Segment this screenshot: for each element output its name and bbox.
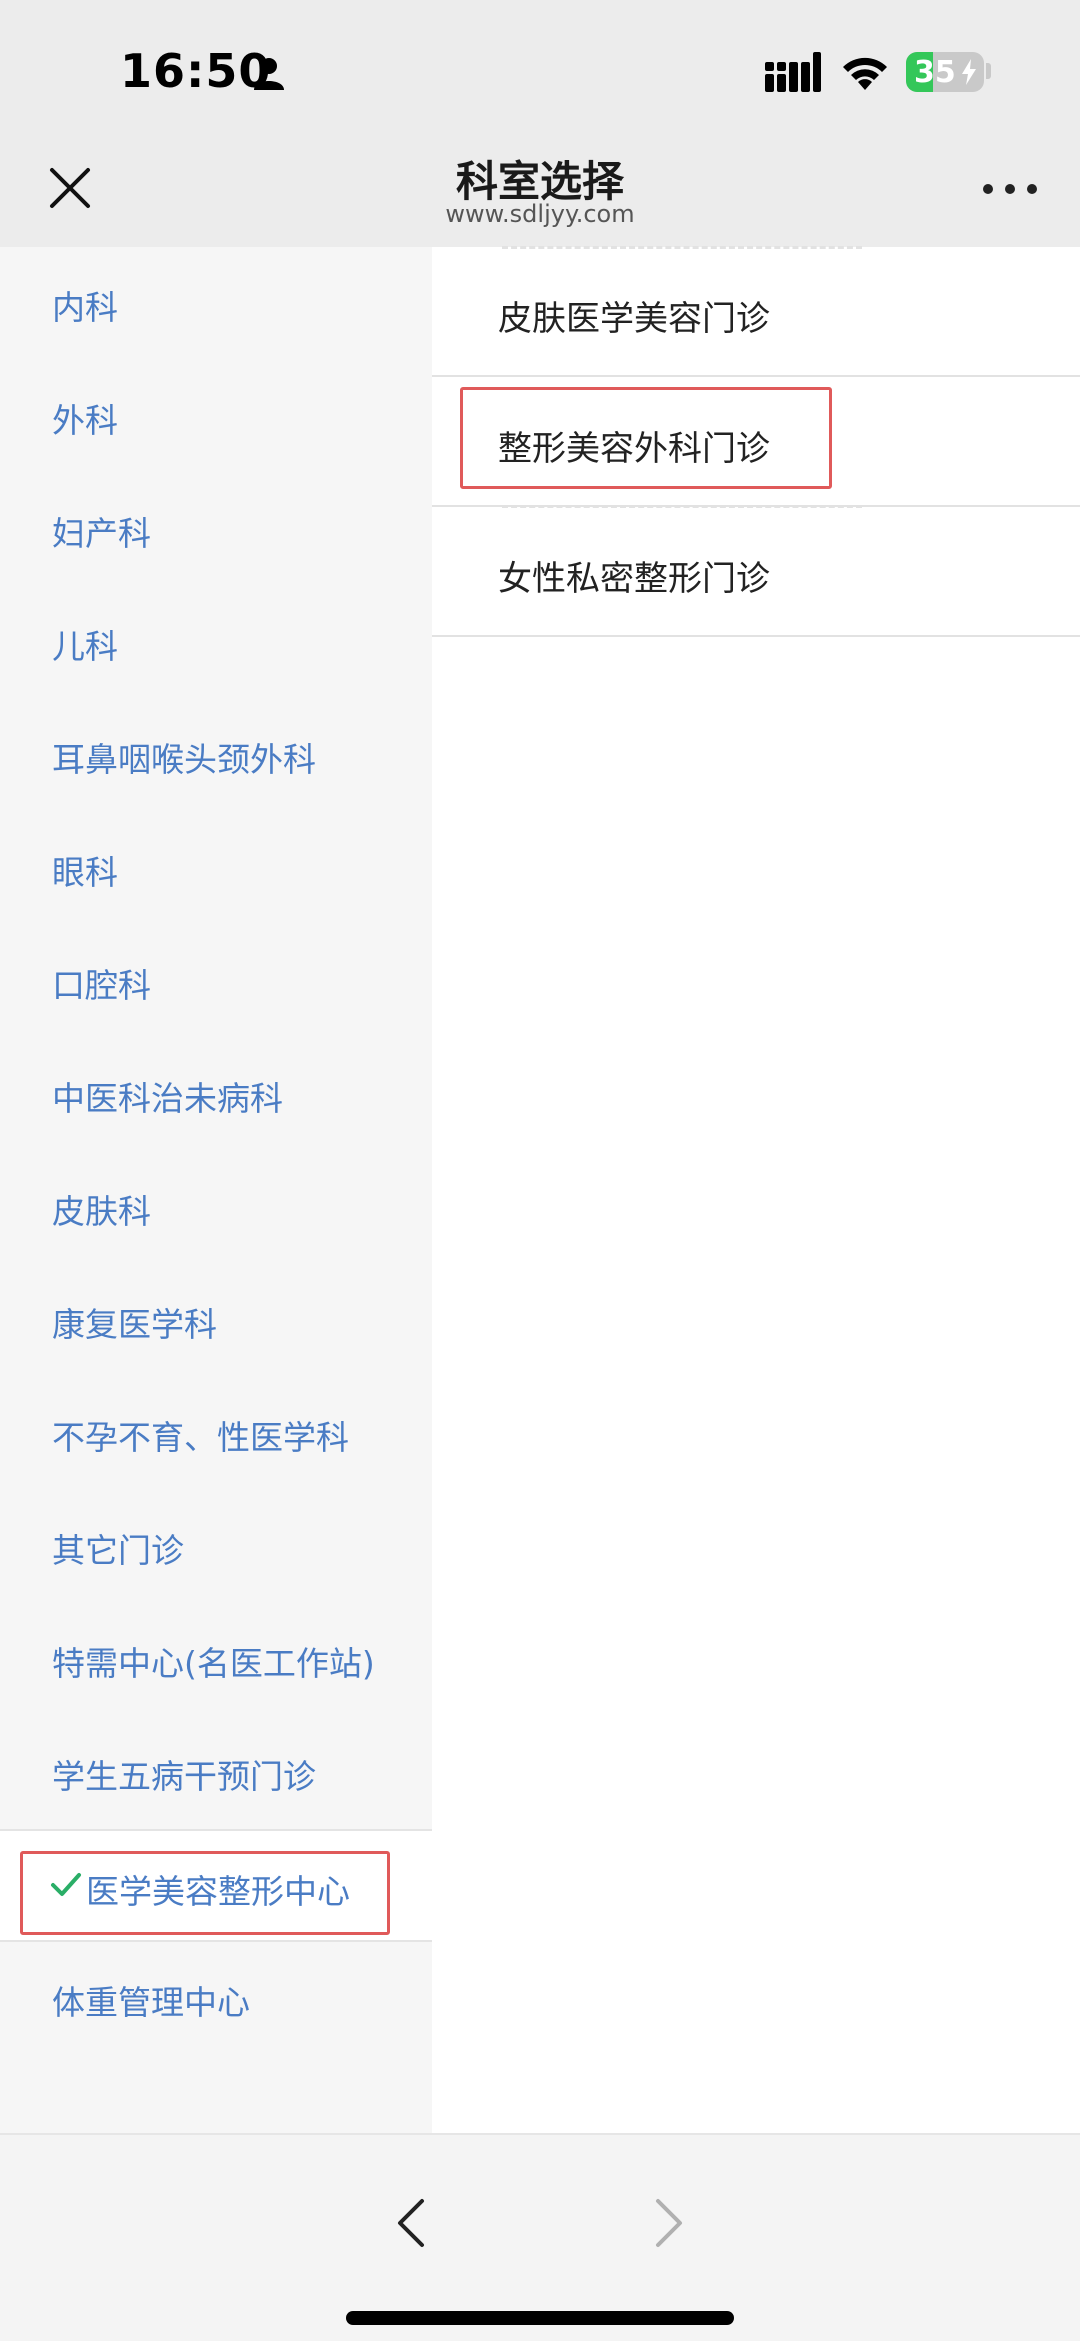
department-label: 皮肤科 — [52, 1192, 151, 1231]
home-indicator — [346, 2311, 734, 2325]
department-item[interactable]: 体重管理中心 — [0, 1942, 432, 2055]
battery-level: 35 — [914, 55, 956, 90]
department-item[interactable]: 口腔科 — [0, 925, 432, 1038]
department-label: 医学美容整形中心 — [86, 1872, 350, 1911]
clinic-label: 整形美容外科门诊 — [498, 429, 770, 469]
cellular-signal-icon — [765, 52, 821, 92]
department-label: 妇产科 — [52, 514, 151, 553]
top-bar: 16:50 35 科室选择 www.sdljyy.com — [0, 0, 1080, 247]
department-label: 不孕不育、性医学科 — [52, 1418, 349, 1457]
department-item[interactable]: 不孕不育、性医学科 — [0, 1377, 432, 1490]
clinic-label: 皮肤医学美容门诊 — [498, 299, 770, 339]
department-item[interactable]: 特需中心(名医工作站) — [0, 1603, 432, 1716]
department-label: 其它门诊 — [52, 1531, 184, 1570]
person-icon — [254, 58, 284, 90]
clinic-list: 皮肤医学美容门诊 整形美容外科门诊 女性私密整形门诊 — [432, 246, 1080, 2133]
department-label: 中医科治未病科 — [52, 1079, 283, 1118]
department-item[interactable]: 中医科治未病科 — [0, 1038, 432, 1151]
department-label: 康复医学科 — [52, 1305, 217, 1344]
dashed-divider — [502, 246, 862, 249]
wifi-icon — [843, 57, 887, 90]
department-label: 儿科 — [52, 627, 118, 666]
more-icon[interactable] — [980, 176, 1040, 202]
clinic-item[interactable]: 整形美容外科门诊 — [432, 377, 1080, 507]
department-item[interactable]: 皮肤科 — [0, 1151, 432, 1264]
battery-charging-icon: 35 — [906, 52, 984, 92]
department-item[interactable]: 眼科 — [0, 812, 432, 925]
department-label: 体重管理中心 — [52, 1983, 250, 2022]
battery-cap — [986, 63, 991, 79]
status-time: 16:50 — [120, 44, 272, 98]
chevron-left-icon[interactable] — [392, 2195, 432, 2251]
department-label: 耳鼻咽喉头颈外科 — [52, 740, 316, 779]
close-icon[interactable] — [44, 162, 96, 214]
bottom-toolbar — [0, 2133, 1080, 2341]
department-item[interactable]: 外科 — [0, 360, 432, 473]
department-label: 眼科 — [52, 853, 118, 892]
department-item[interactable]: 儿科 — [0, 586, 432, 699]
department-label: 学生五病干预门诊 — [52, 1757, 316, 1796]
checkmark-icon — [51, 1873, 81, 1896]
department-item[interactable]: 内科 — [0, 247, 432, 360]
department-item[interactable]: 耳鼻咽喉头颈外科 — [0, 699, 432, 812]
app-screen: 16:50 35 科室选择 www.sdljyy.com 内科 外科 妇产科 儿… — [0, 0, 1080, 2341]
department-item[interactable]: 康复医学科 — [0, 1264, 432, 1377]
clinic-label: 女性私密整形门诊 — [498, 559, 770, 599]
department-label: 内科 — [52, 288, 118, 327]
department-list: 内科外科妇产科儿科耳鼻咽喉头颈外科 眼科口腔科中医科治未病科 皮肤科康复医学科不孕不… — [0, 247, 432, 2133]
department-item[interactable]: 医学美容整形中心 — [0, 1829, 432, 1942]
department-label: 口腔科 — [52, 966, 151, 1005]
department-label: 外科 — [52, 401, 118, 440]
bolt-icon — [962, 59, 976, 85]
department-item[interactable]: 学生五病干预门诊 — [0, 1716, 432, 1829]
dashed-divider — [502, 505, 862, 508]
department-item[interactable]: 其它门诊 — [0, 1490, 432, 1603]
clinic-item[interactable]: 女性私密整形门诊 — [432, 507, 1080, 637]
department-item[interactable]: 妇产科 — [0, 473, 432, 586]
department-label: 特需中心(名医工作站) — [52, 1644, 375, 1683]
chevron-right-icon[interactable] — [648, 2195, 688, 2251]
clinic-item[interactable]: 皮肤医学美容门诊 — [432, 247, 1080, 377]
page-subtitle: www.sdljyy.com — [445, 200, 635, 228]
